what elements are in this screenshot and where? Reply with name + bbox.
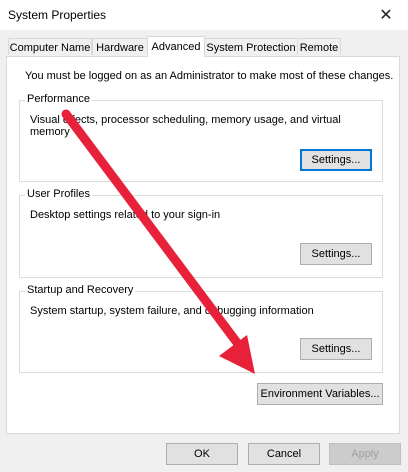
startup-recovery-description: System startup, system failure, and debu…: [30, 305, 314, 317]
ok-button[interactable]: OK: [166, 443, 238, 465]
close-icon[interactable]: ✕: [364, 0, 408, 30]
startup-recovery-group: Startup and Recovery System startup, sys…: [19, 284, 383, 373]
startup-recovery-title: Startup and Recovery: [25, 284, 136, 296]
environment-variables-button[interactable]: Environment Variables...: [257, 383, 383, 405]
cancel-button[interactable]: Cancel: [248, 443, 320, 465]
tab-system-protection[interactable]: System Protection: [204, 38, 298, 55]
performance-group: Performance Visual effects, processor sc…: [19, 93, 383, 182]
tab-computer-name[interactable]: Computer Name: [8, 38, 92, 55]
performance-settings-button[interactable]: Settings...: [300, 149, 372, 171]
tab-advanced[interactable]: Advanced: [147, 36, 205, 57]
window-title: System Properties: [8, 8, 107, 22]
admin-note: You must be logged on as an Administrato…: [25, 70, 394, 82]
apply-button: Apply: [329, 443, 401, 465]
tab-hardware[interactable]: Hardware: [92, 38, 148, 55]
user-profiles-description: Desktop settings related to your sign-in: [30, 209, 221, 221]
tab-remote[interactable]: Remote: [297, 38, 341, 55]
performance-title: Performance: [25, 93, 92, 105]
performance-description: Visual effects, processor scheduling, me…: [30, 114, 341, 138]
title-bar: System Properties ✕: [0, 0, 408, 30]
startup-recovery-settings-button[interactable]: Settings...: [300, 338, 372, 360]
advanced-panel: You must be logged on as an Administrato…: [6, 56, 400, 434]
user-profiles-group: User Profiles Desktop settings related t…: [19, 188, 383, 278]
user-profiles-settings-button[interactable]: Settings...: [300, 243, 372, 265]
user-profiles-title: User Profiles: [25, 188, 92, 200]
